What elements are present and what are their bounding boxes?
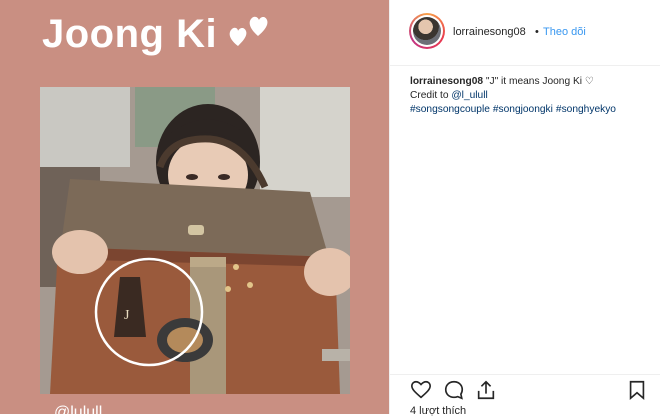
credit-prefix: Credit to xyxy=(410,90,452,101)
post-header: lorrainesong08 • Theo dõi xyxy=(390,0,660,66)
heart-outline-icon[interactable] xyxy=(410,379,432,401)
comment-icon[interactable] xyxy=(443,379,465,401)
username-link[interactable]: lorrainesong08 xyxy=(453,26,526,38)
post-photo: J xyxy=(40,87,350,394)
hashtag-link[interactable]: #songjoongki xyxy=(493,104,553,115)
share-icon[interactable] xyxy=(475,379,497,401)
hashtag-link[interactable]: #songhyekyo xyxy=(556,104,616,115)
credit-mention-link[interactable]: @l_ulull xyxy=(451,90,487,101)
separator-dot: • xyxy=(535,26,539,38)
post-caption: lorrainesong08 "J" it means Joong Ki ♡ C… xyxy=(410,75,650,117)
instagram-post-view: Joong Ki J @lulull lorrainesong08 • Theo… xyxy=(0,0,660,417)
caption-username[interactable]: lorrainesong08 xyxy=(410,76,483,87)
follow-button[interactable]: Theo dõi xyxy=(543,26,586,38)
hashtag-link[interactable]: #songsongcouple xyxy=(410,104,490,115)
avatar[interactable] xyxy=(409,13,445,49)
post-actions xyxy=(390,374,660,405)
post-media[interactable]: Joong Ki J @lulull xyxy=(0,0,389,414)
media-title: Joong Ki xyxy=(42,12,218,56)
caption-text: "J" it means Joong Ki ♡ xyxy=(485,76,594,87)
avatar-inner xyxy=(411,15,443,47)
post-sidebar: lorrainesong08 • Theo dõi lorrainesong08… xyxy=(389,0,660,417)
photo-credit-text: @lulull xyxy=(54,404,103,414)
likes-count[interactable]: 4 lượt thích xyxy=(410,405,466,417)
avatar-image xyxy=(413,17,441,45)
photo-illustration: J xyxy=(40,87,350,394)
bookmark-icon[interactable] xyxy=(626,379,648,401)
svg-text:J: J xyxy=(124,308,130,323)
hashtag-list: #songsongcouple #songjoongki #songhyekyo xyxy=(410,103,650,117)
hearts-icon xyxy=(229,16,268,46)
